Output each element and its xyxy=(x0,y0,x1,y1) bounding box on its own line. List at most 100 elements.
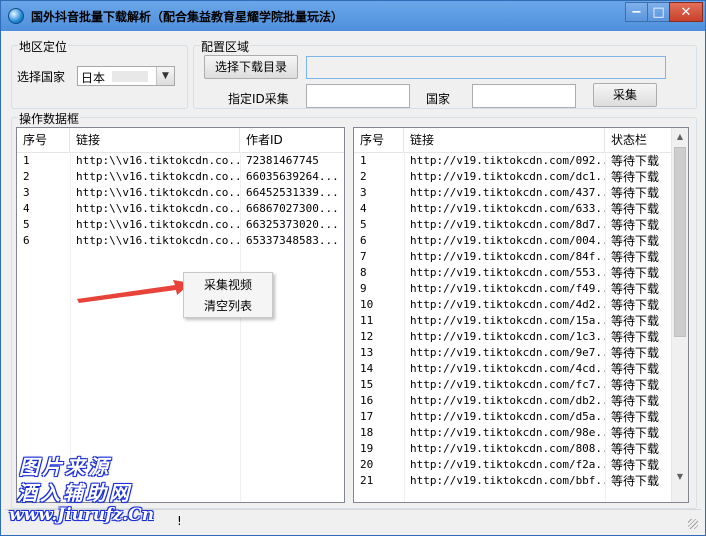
row-index: 2 xyxy=(360,170,367,183)
row-status: 等待下载 xyxy=(611,458,660,472)
collect-button[interactable]: 采集 xyxy=(593,83,657,107)
table-row[interactable]: 7 http://v19.tiktokcdn.com/84f... 等待下载 xyxy=(354,249,671,265)
menu-item-collect-video[interactable]: 采集视频 xyxy=(185,275,271,295)
table-row[interactable]: 9 http://v19.tiktokcdn.com/f49... 等待下载 xyxy=(354,281,671,297)
table-row[interactable]: 17 http://v19.tiktokcdn.com/d5a... 等待下载 xyxy=(354,409,671,425)
row-link: http://v19.tiktokcdn.com/db2... xyxy=(410,394,605,407)
region-group: 地区定位 选择国家 日本 ▼ xyxy=(11,38,188,109)
row-index: 15 xyxy=(360,378,374,391)
scroll-up-icon[interactable]: ▲ xyxy=(672,128,688,145)
row-status: 等待下载 xyxy=(611,266,660,280)
config-group: 配置区域 选择下载目录 指定ID采集 国家 采集 xyxy=(193,38,697,109)
row-link: http://v19.tiktokcdn.com/553... xyxy=(410,266,605,279)
row-index: 11 xyxy=(360,314,374,327)
row-status: 等待下载 xyxy=(611,298,660,312)
row-index: 21 xyxy=(360,474,374,487)
row-index: 3 xyxy=(360,186,367,199)
selection-highlight xyxy=(112,71,148,82)
row-link: http://v19.tiktokcdn.com/4d2... xyxy=(410,298,605,311)
download-dir-field[interactable] xyxy=(306,56,666,79)
table-row[interactable]: 5 http:\\v16.tiktokcdn.co... 66325373020… xyxy=(17,217,344,233)
row-link: http://v19.tiktokcdn.com/d5a... xyxy=(410,410,605,423)
table-row[interactable]: 8 http://v19.tiktokcdn.com/553... 等待下载 xyxy=(354,265,671,281)
table-row[interactable]: 4 http:\\v16.tiktokcdn.co... 66867027300… xyxy=(17,201,344,217)
table-row[interactable]: 10 http://v19.tiktokcdn.com/4d2... 等待下载 xyxy=(354,297,671,313)
table-row[interactable]: 18 http://v19.tiktokcdn.com/98e... 等待下载 xyxy=(354,425,671,441)
table-row[interactable]: 2 http://v19.tiktokcdn.com/dc1... 等待下载 xyxy=(354,169,671,185)
row-link: http://v19.tiktokcdn.com/4cd... xyxy=(410,362,605,375)
watermark-url: www.Jiurufz.Cn xyxy=(9,505,155,525)
table-row[interactable]: 6 http://v19.tiktokcdn.com/004... 等待下载 xyxy=(354,233,671,249)
row-index: 8 xyxy=(360,266,367,279)
row-link: http://v19.tiktokcdn.com/1c3... xyxy=(410,330,605,343)
window-title: 国外抖音批量下载解析（配合集益教育星耀学院批量玩法） xyxy=(31,10,344,24)
right-list-header: 序号 链接 状态栏 xyxy=(354,128,671,153)
country-input[interactable] xyxy=(472,84,576,108)
row-index: 19 xyxy=(360,442,374,455)
right-col-status[interactable]: 状态栏 xyxy=(605,128,671,152)
left-col-index[interactable]: 序号 xyxy=(17,128,70,152)
chevron-down-icon[interactable]: ▼ xyxy=(156,67,174,85)
table-row[interactable]: 5 http://v19.tiktokcdn.com/8d7... 等待下载 xyxy=(354,217,671,233)
table-row[interactable]: 1 http://v19.tiktokcdn.com/092... 等待下载 xyxy=(354,153,671,169)
row-index: 13 xyxy=(360,346,374,359)
specified-id-label: 指定ID采集 xyxy=(228,92,289,106)
row-status: 等待下载 xyxy=(611,218,660,232)
context-menu: 采集视频 清空列表 xyxy=(183,272,273,318)
row-author-id: 66452531339... xyxy=(246,186,339,199)
row-status: 等待下载 xyxy=(611,170,660,184)
country-select-value: 日本 xyxy=(81,71,106,85)
table-row[interactable]: 16 http://v19.tiktokcdn.com/db2... 等待下载 xyxy=(354,393,671,409)
row-link: http://v19.tiktokcdn.com/dc1... xyxy=(410,170,605,183)
table-row[interactable]: 6 http:\\v16.tiktokcdn.co... 65337348583… xyxy=(17,233,344,249)
table-row[interactable]: 12 http://v19.tiktokcdn.com/1c3... 等待下载 xyxy=(354,329,671,345)
scrollbar-thumb[interactable] xyxy=(674,147,686,337)
row-status: 等待下载 xyxy=(611,346,660,360)
right-list-scrollbar[interactable]: ▲ ▼ xyxy=(671,128,688,502)
menu-item-clear-list[interactable]: 清空列表 xyxy=(185,296,271,316)
row-link: http://v19.tiktokcdn.com/437... xyxy=(410,186,605,199)
row-index: 1 xyxy=(23,154,30,167)
title-bar[interactable]: 国外抖音批量下载解析（配合集益教育星耀学院批量玩法） − □ ✕ xyxy=(1,1,705,31)
row-link: http://v19.tiktokcdn.com/633... xyxy=(410,202,605,215)
region-group-label: 地区定位 xyxy=(18,38,69,55)
table-row[interactable]: 3 http:\\v16.tiktokcdn.co... 66452531339… xyxy=(17,185,344,201)
minimize-button[interactable]: − xyxy=(625,2,647,22)
row-author-id: 66867027300... xyxy=(246,202,339,215)
table-row[interactable]: 19 http://v19.tiktokcdn.com/808... 等待下载 xyxy=(354,441,671,457)
row-status: 等待下载 xyxy=(611,314,660,328)
row-index: 4 xyxy=(360,202,367,215)
row-link: http://v19.tiktokcdn.com/f49... xyxy=(410,282,605,295)
table-row[interactable]: 13 http://v19.tiktokcdn.com/9e7... 等待下载 xyxy=(354,345,671,361)
config-group-label: 配置区域 xyxy=(200,38,251,55)
watermark-line2: 酒入辅助网 xyxy=(17,481,132,505)
table-row[interactable]: 3 http://v19.tiktokcdn.com/437... 等待下载 xyxy=(354,185,671,201)
scroll-down-icon[interactable]: ▼ xyxy=(672,468,688,485)
specified-id-input[interactable] xyxy=(306,84,410,108)
table-row[interactable]: 14 http://v19.tiktokcdn.com/4cd... 等待下载 xyxy=(354,361,671,377)
right-col-index[interactable]: 序号 xyxy=(354,128,404,152)
right-col-link[interactable]: 链接 xyxy=(404,128,605,152)
row-status: 等待下载 xyxy=(611,234,660,248)
row-status: 等待下载 xyxy=(611,330,660,344)
close-button[interactable]: ✕ xyxy=(669,2,703,22)
table-row[interactable]: 2 http:\\v16.tiktokcdn.co... 66035639264… xyxy=(17,169,344,185)
status-text: ! xyxy=(177,514,182,528)
row-status: 等待下载 xyxy=(611,426,660,440)
maximize-button[interactable]: □ xyxy=(647,2,669,22)
country-select[interactable]: 日本 ▼ xyxy=(77,66,175,86)
table-row[interactable]: 1 http:\\v16.tiktokcdn.co... 72381467745 xyxy=(17,153,344,169)
table-row[interactable]: 21 http://v19.tiktokcdn.com/bbf... 等待下载 xyxy=(354,473,671,489)
table-row[interactable]: 11 http://v19.tiktokcdn.com/15a... 等待下载 xyxy=(354,313,671,329)
left-col-author-id[interactable]: 作者ID xyxy=(240,128,344,152)
left-col-link[interactable]: 链接 xyxy=(70,128,240,152)
table-row[interactable]: 20 http://v19.tiktokcdn.com/f2a... 等待下载 xyxy=(354,457,671,473)
resize-grip-icon[interactable] xyxy=(688,519,698,529)
left-listview[interactable]: 序号 链接 作者ID 1 http:\\v16.tiktokcdn.co... … xyxy=(16,127,345,503)
choose-download-dir-button[interactable]: 选择下载目录 xyxy=(204,55,298,79)
table-row[interactable]: 4 http://v19.tiktokcdn.com/633... 等待下载 xyxy=(354,201,671,217)
watermark-line1: 图片来源 xyxy=(19,455,111,479)
right-listview[interactable]: 序号 链接 状态栏 1 http://v19.tiktokcdn.com/092.… xyxy=(353,127,689,503)
table-row[interactable]: 15 http://v19.tiktokcdn.com/fc7... 等待下载 xyxy=(354,377,671,393)
row-author-id: 66035639264... xyxy=(246,170,339,183)
